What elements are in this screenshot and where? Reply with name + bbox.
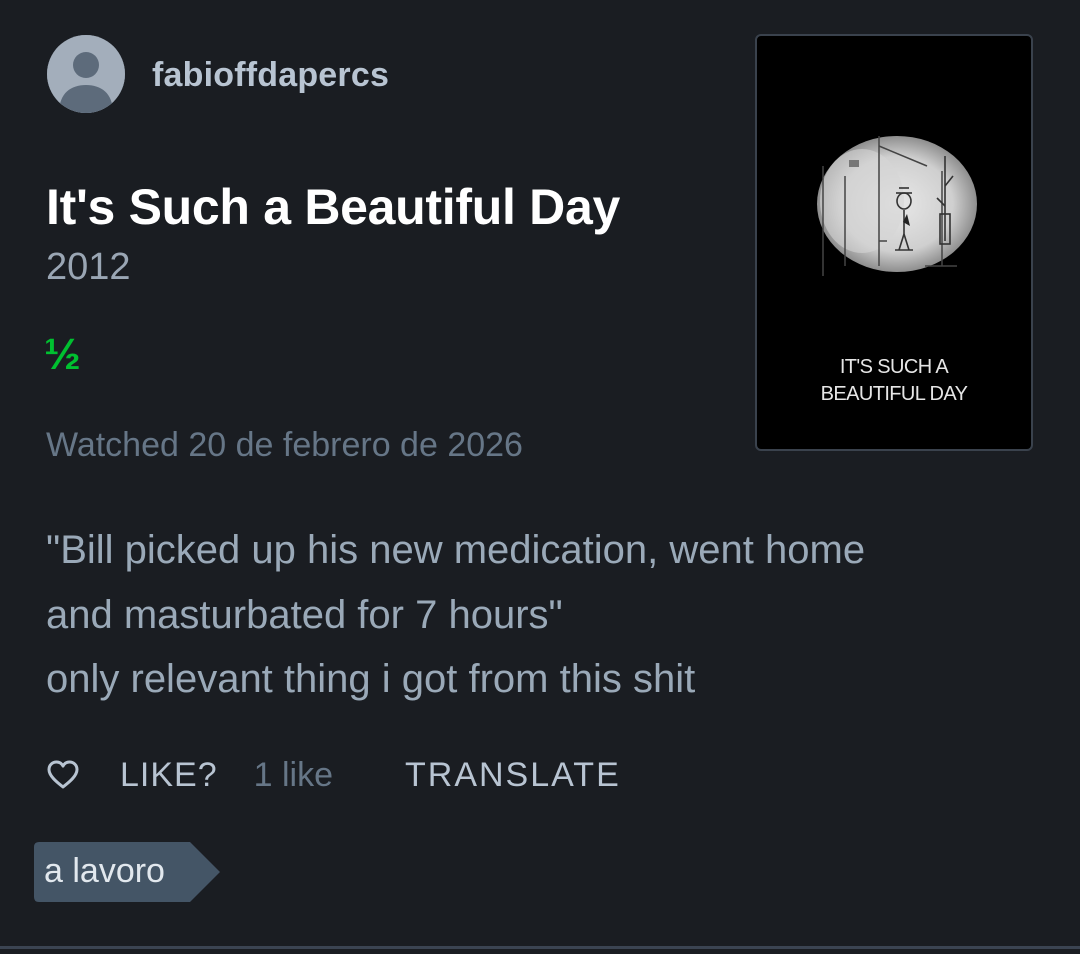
translate-button[interactable]: TRANSLATE [405, 756, 621, 795]
like-button[interactable]: LIKE? [120, 756, 218, 795]
film-poster[interactable]: IT'S SUCH A BEAUTIFUL DAY [755, 34, 1033, 451]
like-count[interactable]: 1 like [254, 756, 333, 795]
username-link[interactable]: fabioffdapercs [152, 56, 389, 95]
review-actions: LIKE? 1 like TRANSLATE [46, 750, 621, 800]
film-title[interactable]: It's Such a Beautiful Day [46, 178, 620, 236]
poster-title-line: BEAUTIFUL DAY [820, 383, 968, 405]
user-avatar-icon [47, 35, 125, 113]
review-line: only relevant thing i got from this shit [46, 657, 696, 701]
review-line: "Bill picked up his new medication, went… [46, 528, 866, 572]
star-rating: ½ [44, 330, 81, 379]
poster-title: IT'S SUCH A BEAUTIFUL DAY [757, 354, 1031, 408]
user-avatar[interactable] [47, 35, 125, 113]
poster-title-line: IT'S SUCH A [839, 356, 949, 378]
review-text: "Bill picked up his new medication, went… [46, 518, 1036, 712]
heart-outline-icon[interactable] [46, 758, 80, 792]
tag-label: a lavoro [44, 852, 165, 890]
film-year[interactable]: 2012 [46, 246, 131, 289]
review-line: and masturbated for 7 hours" [46, 592, 563, 637]
divider [0, 946, 1080, 949]
tag-chip[interactable]: a lavoro [34, 842, 220, 902]
watched-date: Watched 20 de febrero de 2026 [46, 426, 523, 464]
